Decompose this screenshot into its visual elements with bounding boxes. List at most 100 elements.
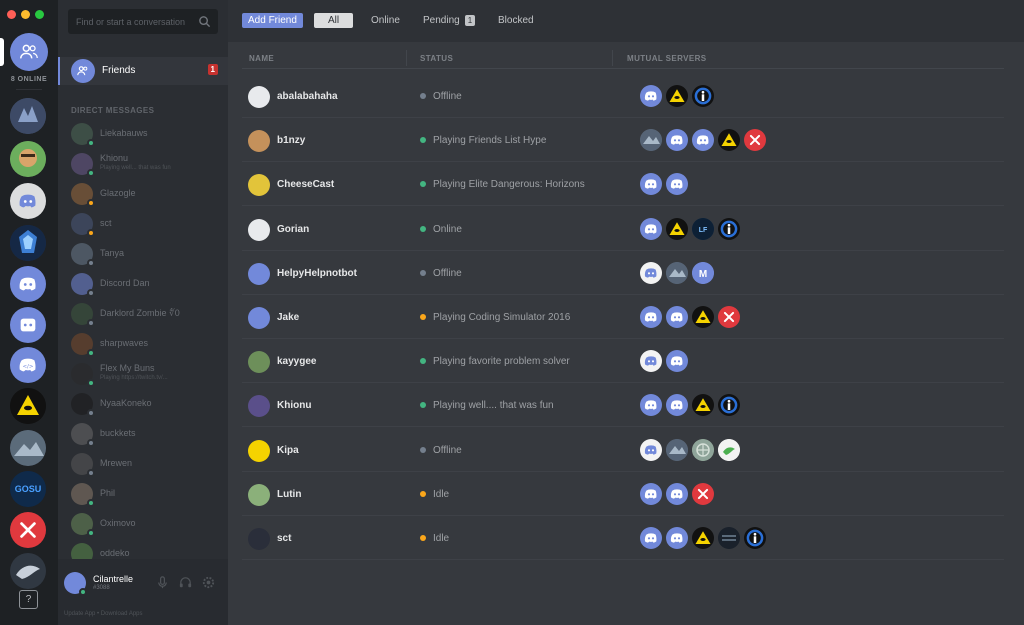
hammer-icon[interactable] bbox=[744, 129, 766, 152]
column-header-servers[interactable]: MUTUAL SERVERS bbox=[627, 54, 707, 63]
triangle-eye-icon[interactable] bbox=[692, 394, 714, 417]
dm-list-item[interactable]: Khionu Playing well... that was fun bbox=[58, 150, 228, 180]
friend-status: Playing favorite problem solver bbox=[433, 356, 570, 368]
server-icon-hammer[interactable] bbox=[10, 512, 46, 548]
discord-logo-icon[interactable] bbox=[666, 527, 688, 549]
add-friend-button[interactable]: Add Friend bbox=[242, 13, 303, 28]
friend-status: Playing Coding Simulator 2016 bbox=[433, 312, 571, 323]
discord-logo-icon[interactable] bbox=[666, 394, 688, 417]
dm-list-item[interactable]: Mrewen bbox=[58, 450, 228, 480]
table-row[interactable]: Jake Playing Coding Simulator 2016 bbox=[242, 295, 1004, 339]
server-icon-bird[interactable] bbox=[10, 553, 46, 589]
column-header-name[interactable]: NAME bbox=[249, 54, 274, 63]
discord-logo-icon[interactable] bbox=[640, 306, 662, 328]
server-icon-illuminati[interactable] bbox=[10, 388, 46, 424]
discord-logo-icon[interactable] bbox=[666, 350, 688, 373]
table-row[interactable]: Khionu Playing well.... that was fun bbox=[242, 383, 1004, 428]
table-row[interactable]: sct Idle bbox=[242, 516, 1004, 560]
m-letter-icon[interactable]: M bbox=[692, 261, 714, 284]
server-icon-heroes[interactable] bbox=[10, 225, 46, 261]
server-icon-discord-api[interactable] bbox=[10, 307, 46, 343]
dm-name: Darklord Zombie ∜0 bbox=[100, 308, 180, 318]
info-icon[interactable] bbox=[744, 527, 766, 549]
discord-logo-icon[interactable] bbox=[666, 129, 688, 152]
globe-icon[interactable] bbox=[692, 438, 714, 461]
mutual-servers bbox=[640, 438, 740, 461]
server-icon-photo[interactable] bbox=[10, 430, 46, 466]
help-button[interactable]: ? bbox=[19, 590, 38, 609]
dm-list-item[interactable]: Phil bbox=[58, 480, 228, 510]
table-row[interactable]: Gorian Online LF bbox=[242, 207, 1004, 251]
dm-list-item[interactable]: Liekabauws bbox=[58, 120, 228, 150]
hammer-icon[interactable] bbox=[692, 482, 714, 505]
gear-icon[interactable] bbox=[201, 575, 216, 590]
tab-all[interactable]: All bbox=[314, 13, 354, 28]
discord-logo-icon[interactable] bbox=[640, 350, 662, 373]
dm-list-item[interactable]: Flex My Buns Playing https://twitch.tv/..… bbox=[58, 360, 228, 390]
server-icon-character[interactable] bbox=[10, 141, 46, 177]
discord-logo-icon[interactable] bbox=[640, 217, 662, 240]
maximize-window-button[interactable] bbox=[35, 10, 44, 19]
discord-logo-icon[interactable] bbox=[640, 394, 662, 417]
discord-logo-icon[interactable] bbox=[666, 173, 688, 196]
search-box[interactable]: Find or start a conversation bbox=[68, 9, 218, 34]
discord-logo-icon[interactable] bbox=[666, 482, 688, 505]
triangle-eye-icon[interactable] bbox=[718, 129, 740, 152]
dm-list-item[interactable]: sct bbox=[58, 210, 228, 240]
table-row[interactable]: HelpyHelpnotbot Offline M bbox=[242, 251, 1004, 295]
sidebar-item-friends[interactable]: Friends 1 bbox=[58, 57, 228, 85]
discord-logo-icon[interactable] bbox=[640, 482, 662, 505]
tab-pending[interactable]: Pending 1 bbox=[423, 13, 476, 28]
tab-blocked[interactable]: Blocked bbox=[498, 13, 534, 28]
triangle-eye-icon[interactable] bbox=[692, 306, 714, 328]
info-icon[interactable] bbox=[692, 85, 714, 107]
server-icon-discord-dev[interactable]: </> bbox=[10, 347, 46, 383]
info-icon[interactable] bbox=[718, 394, 740, 417]
dm-list-item[interactable]: Darklord Zombie ∜0 bbox=[58, 300, 228, 330]
dark-logo-icon[interactable] bbox=[718, 527, 740, 549]
app-footer-links[interactable]: Update App • Download Apps bbox=[64, 611, 143, 617]
hammer-icon[interactable] bbox=[718, 306, 740, 328]
friends-home-button[interactable] bbox=[10, 33, 48, 71]
server-icon-art[interactable] bbox=[10, 98, 46, 134]
lf-logo-icon[interactable]: LF bbox=[692, 217, 714, 240]
dm-list-item[interactable]: Tanya bbox=[58, 240, 228, 270]
table-row[interactable]: Kipa Offline bbox=[242, 428, 1004, 472]
triangle-eye-icon[interactable] bbox=[666, 85, 688, 107]
table-row[interactable]: kayygee Playing favorite problem solver bbox=[242, 339, 1004, 384]
discord-logo-icon[interactable] bbox=[640, 527, 662, 549]
discord-logo-icon[interactable] bbox=[640, 85, 662, 107]
minimize-window-button[interactable] bbox=[21, 10, 30, 19]
close-window-button[interactable] bbox=[7, 10, 16, 19]
table-row[interactable]: b1nzy Playing Friends List Hype bbox=[242, 118, 1004, 163]
server-icon-discord-white[interactable] bbox=[10, 183, 46, 219]
triangle-eye-icon[interactable] bbox=[666, 217, 688, 240]
bird-icon[interactable] bbox=[718, 438, 740, 461]
triangle-eye-icon[interactable] bbox=[692, 527, 714, 549]
info-icon[interactable] bbox=[718, 217, 740, 240]
dm-list-item[interactable]: Oximovo bbox=[58, 510, 228, 540]
dm-list-item[interactable]: Discord Dan bbox=[58, 270, 228, 300]
discord-logo-icon[interactable] bbox=[692, 129, 714, 152]
headphones-icon[interactable] bbox=[178, 575, 193, 590]
discord-logo-icon[interactable] bbox=[640, 438, 662, 461]
microphone-icon[interactable] bbox=[155, 575, 170, 590]
discord-logo-icon[interactable] bbox=[666, 306, 688, 328]
column-header-status[interactable]: STATUS bbox=[420, 54, 453, 63]
art-icon[interactable] bbox=[640, 129, 662, 152]
server-icon-discord-blue[interactable] bbox=[10, 266, 46, 302]
art-icon[interactable] bbox=[666, 261, 688, 284]
table-row[interactable]: abalabahaha Offline bbox=[242, 74, 1004, 118]
dm-list-item[interactable]: Glazogle bbox=[58, 180, 228, 210]
discord-logo-icon[interactable] bbox=[640, 261, 662, 284]
discord-logo-icon[interactable] bbox=[640, 173, 662, 196]
table-row[interactable]: Lutin Idle bbox=[242, 472, 1004, 516]
server-icon-gosu[interactable]: GOSU bbox=[10, 471, 46, 507]
table-row[interactable]: CheeseCast Playing Elite Dangerous: Horiz… bbox=[242, 162, 1004, 207]
dm-list-item[interactable]: sharpwaves bbox=[58, 330, 228, 360]
art-icon[interactable] bbox=[666, 438, 688, 461]
dm-list-item[interactable]: buckkets bbox=[58, 420, 228, 450]
tab-online[interactable]: Online bbox=[371, 13, 400, 28]
dm-list-item[interactable]: NyaaKoneko bbox=[58, 390, 228, 420]
dm-name: NyaaKoneko bbox=[100, 398, 152, 408]
